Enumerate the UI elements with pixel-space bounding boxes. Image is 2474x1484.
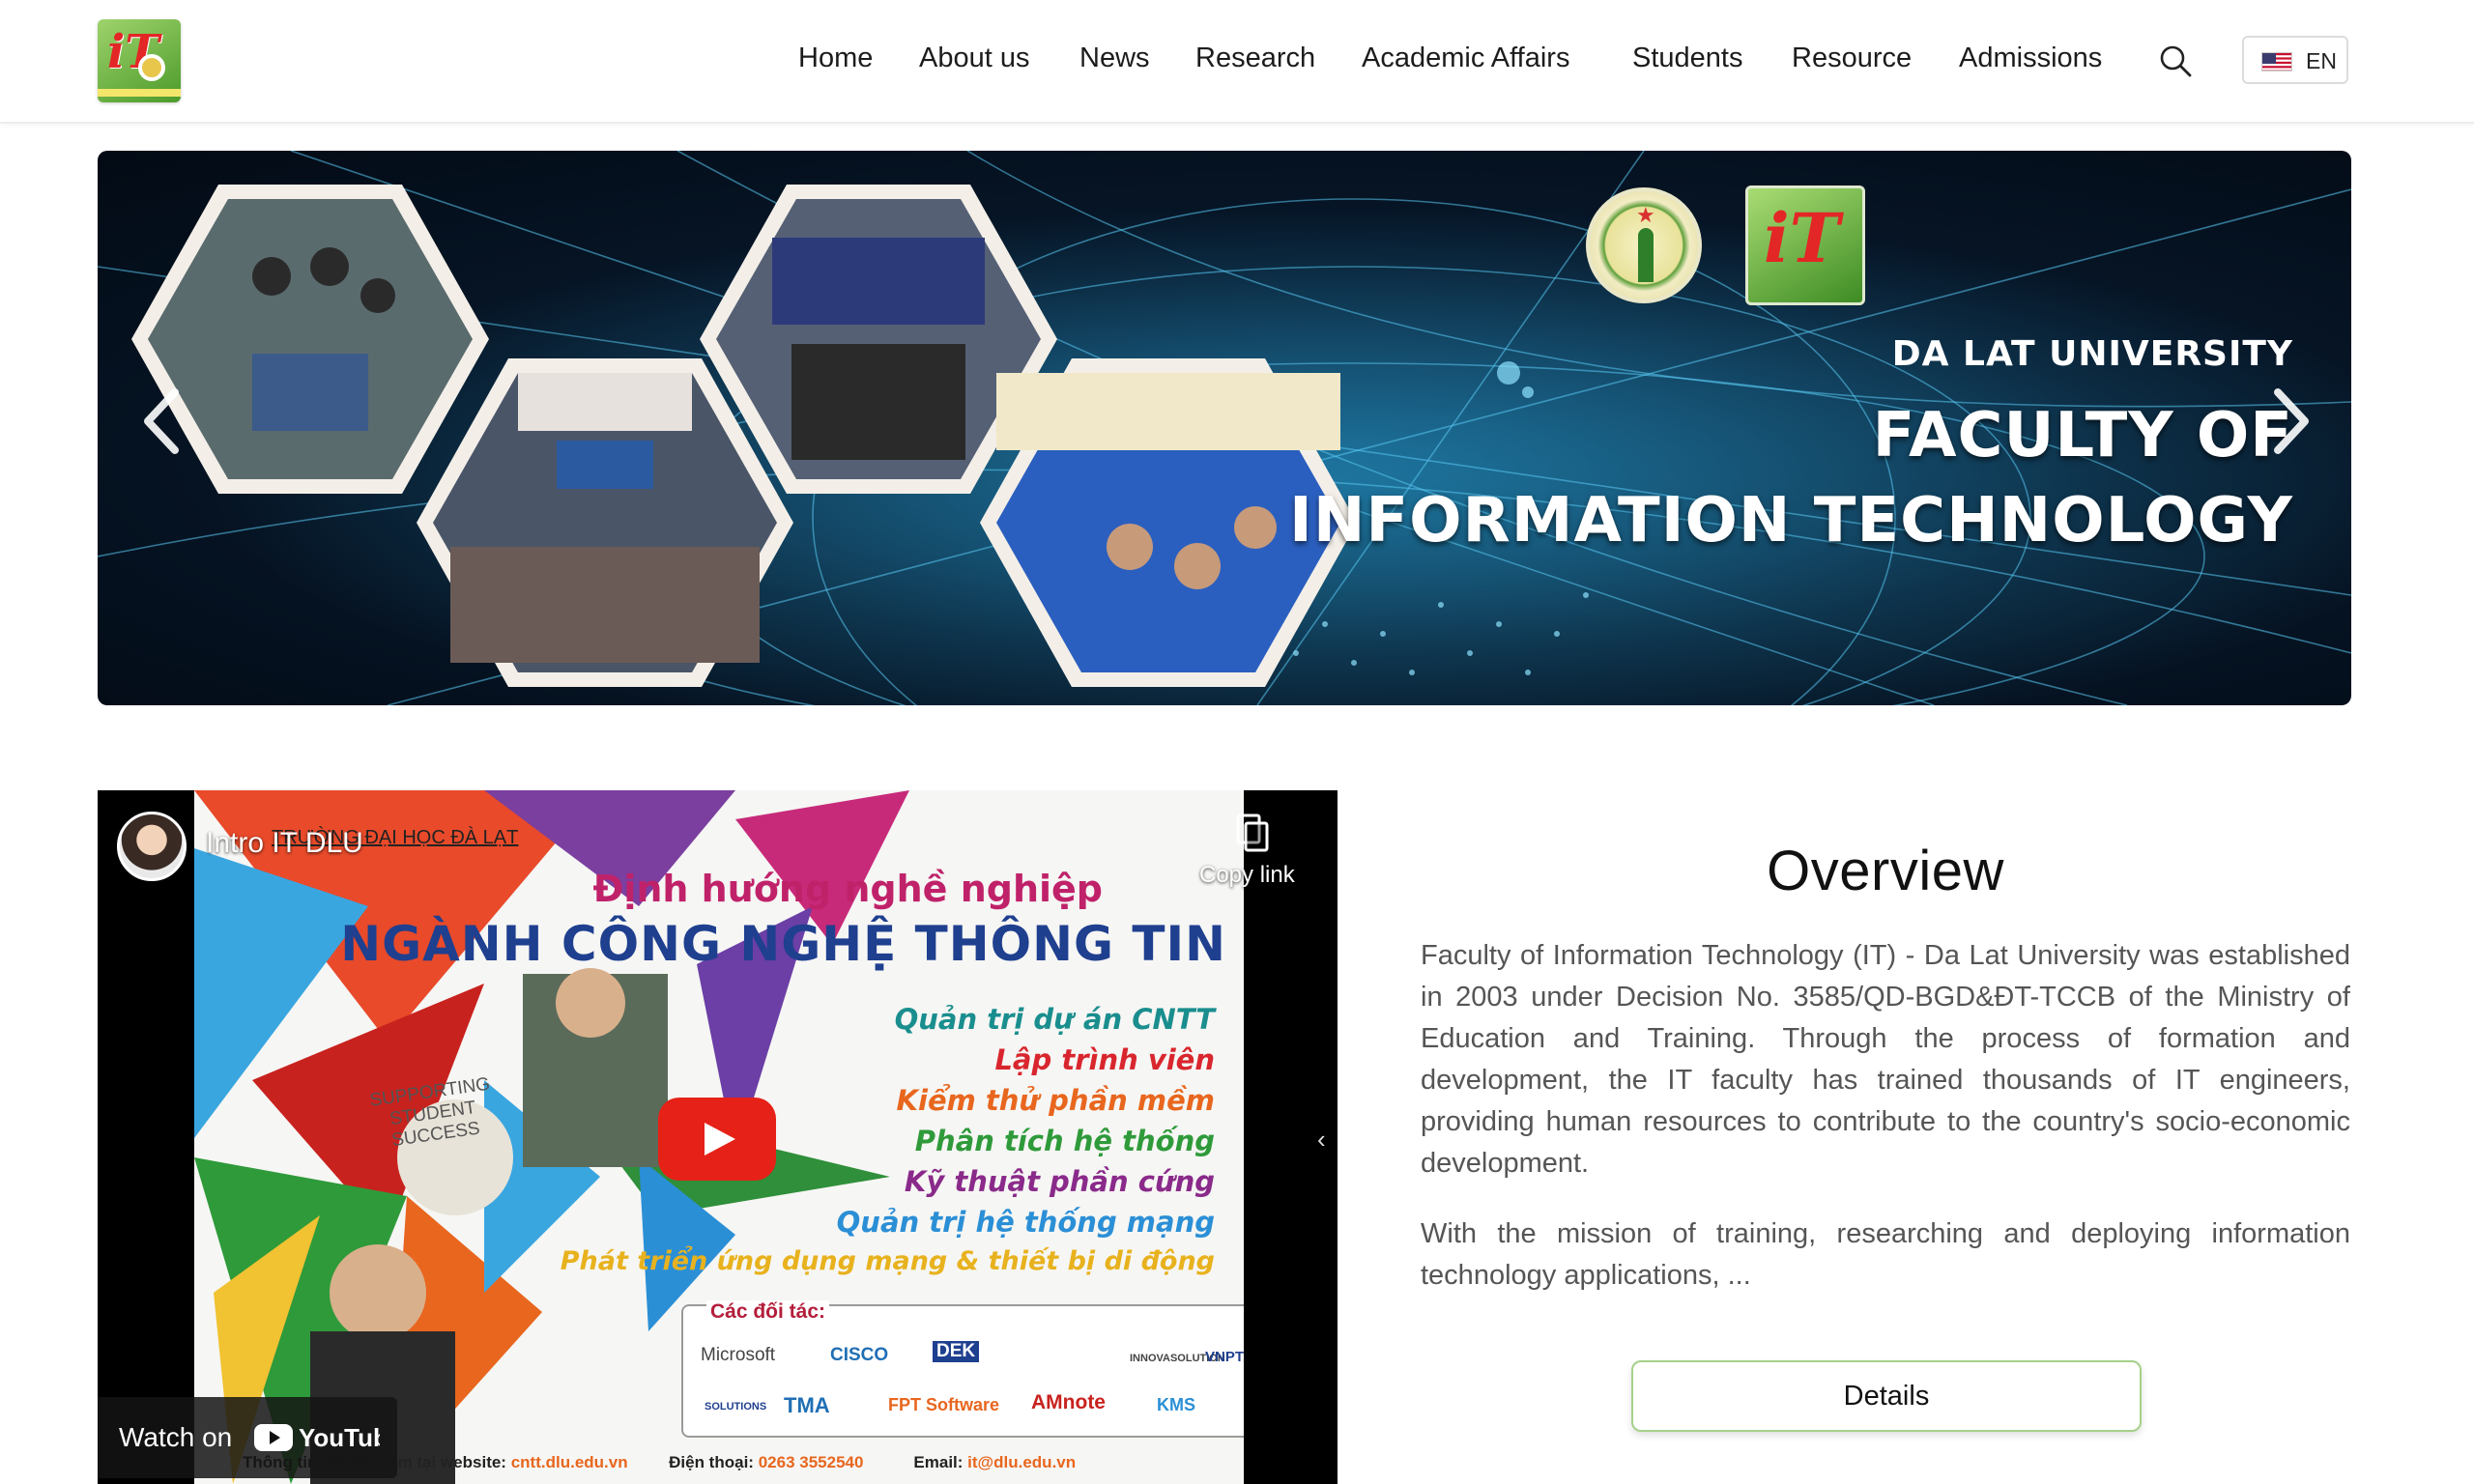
partner-logo: KMS xyxy=(1157,1395,1195,1414)
details-button[interactable]: Details xyxy=(1631,1360,2142,1432)
poster-heading-career: Định hướng nghề nghiệp xyxy=(592,868,1103,910)
partner-logo: DEK xyxy=(933,1341,980,1362)
partner-logo: Microsoft xyxy=(701,1345,776,1365)
banner-faculty-logo: iT xyxy=(1745,186,1865,305)
banner-university-name: DA LAT UNIVERSITY xyxy=(1891,334,2293,374)
channel-avatar[interactable] xyxy=(117,812,187,881)
watch-on-label: Watch on xyxy=(119,1422,233,1452)
poster-career-item: Phân tích hệ thống xyxy=(914,1125,1215,1157)
language-label: EN xyxy=(2306,48,2337,73)
nav-students[interactable]: Students xyxy=(1632,43,1742,74)
partners-title: Các đối tác: xyxy=(706,1300,830,1324)
nav-resource[interactable]: Resource xyxy=(1792,43,1912,74)
poster-partners-box: Các đối tác: Microsoft CISCO DEK INNOVAS… xyxy=(681,1300,1244,1438)
copy-icon[interactable] xyxy=(1234,813,1269,852)
partner-logo: AMnote xyxy=(1031,1391,1106,1413)
dalat-university-seal: ★ xyxy=(1586,187,1702,303)
email-label: Email: xyxy=(913,1453,964,1471)
us-flag-icon xyxy=(2261,52,2292,71)
partner-logo: TMA xyxy=(784,1393,830,1417)
intro-video-player[interactable]: TRƯỜNG ĐẠI HỌC ĐÀ LẠT Định hướng nghề ng… xyxy=(98,790,1338,1484)
overview-paragraph: Faculty of Information Technology (IT) -… xyxy=(1421,940,2350,1179)
search-icon[interactable] xyxy=(2159,44,2192,77)
nav-research[interactable]: Research xyxy=(1195,43,1315,74)
partner-logo: CISCO xyxy=(830,1345,889,1365)
poster-career-item: Kiểm thử phần mềm xyxy=(896,1084,1215,1117)
chevron-left-icon[interactable]: ‹ xyxy=(1317,1125,1326,1155)
nav-about-us[interactable]: About us xyxy=(919,43,1029,74)
overview-paragraph: With the mission of training, researchin… xyxy=(1421,1218,2350,1291)
site-header: iT Home About us News Research Academic … xyxy=(0,0,2474,124)
partner-logo: FPT Software xyxy=(888,1395,1000,1414)
chevron-right-icon[interactable] xyxy=(2258,383,2316,460)
banner-title-line2: INFORMATION TECHNOLOGY xyxy=(1289,485,2293,556)
nav-admissions[interactable]: Admissions xyxy=(1959,43,2102,74)
banner-title-line1: FACULTY OF xyxy=(1872,400,2293,471)
copy-link-label[interactable]: Copy link xyxy=(1199,862,1295,889)
logo-stripe xyxy=(98,89,181,97)
play-icon[interactable] xyxy=(658,1098,776,1181)
overview-title: Overview xyxy=(1767,840,2004,902)
logo-ring xyxy=(138,54,165,81)
watch-on-youtube-button[interactable]: Watch on YouTube xyxy=(98,1397,397,1478)
website-value: cntt.dlu.edu.vn xyxy=(510,1453,628,1471)
poster-heading-major: NGÀNH CÔNG NGHỆ THÔNG TIN xyxy=(340,916,1226,972)
hero-banner: ★ iT DA LAT UNIVERSITY FACULTY OF INFORM… xyxy=(98,151,2351,705)
nav-home[interactable]: Home xyxy=(798,43,873,74)
nav-academic-affairs[interactable]: Academic Affairs xyxy=(1362,43,1569,74)
youtube-wordmark: YouTube xyxy=(299,1423,380,1452)
video-title[interactable]: Intro IT DLU xyxy=(206,827,363,860)
phone-label: Điện thoại: xyxy=(669,1453,754,1471)
partner-logo: SOLUTIONS xyxy=(705,1401,767,1413)
poster-career-item: Quản trị hệ thống mạng xyxy=(836,1206,1215,1239)
email-value: it@dlu.edu.vn xyxy=(967,1453,1077,1471)
phone-value: 0263 3552540 xyxy=(758,1453,864,1471)
language-selector[interactable]: EN xyxy=(2242,36,2348,84)
chevron-left-icon[interactable] xyxy=(136,383,194,460)
youtube-logo-icon: YouTube xyxy=(254,1423,380,1452)
poster-career-item: Kỹ thuật phần cứng xyxy=(904,1165,1215,1198)
partner-logo: VNPT xyxy=(1205,1349,1244,1365)
poster-career-item: Phát triển ứng dụng mạng & thiết bị di đ… xyxy=(560,1246,1215,1276)
faculty-logo[interactable]: iT xyxy=(98,19,181,102)
nav-news[interactable]: News xyxy=(1079,43,1150,74)
poster-career-item: Quản trị dự án CNTT xyxy=(894,1003,1215,1036)
poster-career-item: Lập trình viên xyxy=(994,1043,1215,1076)
